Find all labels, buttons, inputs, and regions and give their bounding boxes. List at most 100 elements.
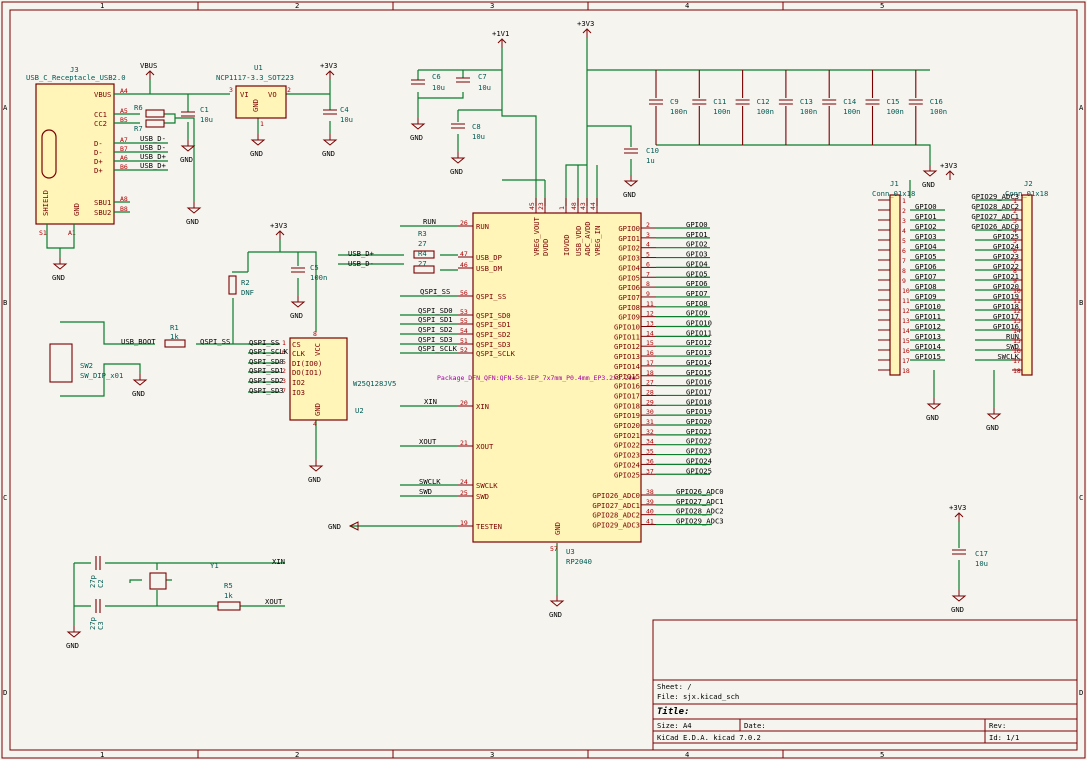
cap-c3 [95, 599, 101, 613]
gnd-label: GND [180, 155, 193, 164]
u1-pin1: 1 [260, 120, 264, 128]
j1-net-label: GPIO3 [915, 232, 937, 241]
u2-net-label: QSPI_SS [249, 338, 279, 347]
power-rail-label: VBUS [140, 61, 157, 70]
u3-top-pin-num: 45 [528, 202, 536, 210]
j3-pin-a1: A1 [68, 229, 76, 237]
c7-ref: C7 [478, 72, 487, 81]
decoupling-cap-ref: C16 [930, 97, 943, 106]
u3-pin-num: 21 [460, 439, 468, 447]
u3-gpio-name: GPIO10 [614, 323, 640, 332]
j3-value: USB_C_Receptacle_USB2.0 [26, 73, 126, 82]
u3-pin-num: 53 [460, 308, 468, 316]
gpio-net-label: GPIO19 [686, 407, 712, 416]
title-block: Sheet: / File: sjx.kicad_sch Title: Size… [652, 619, 1078, 751]
decoupling-cap-value: 100n [800, 107, 817, 116]
u3-pin-name: QSPI_SD1 [476, 320, 511, 329]
resistor-r1 [164, 339, 186, 348]
power-rail-label: +3V3 [270, 221, 287, 230]
gpio-net-label: GPIO23 [686, 447, 712, 456]
r4-val: 27 [418, 259, 427, 268]
adc-net-label: GPIO26_ADC0 [676, 487, 724, 496]
j1-value: Conn_01x18 [872, 189, 915, 198]
j1-pin-num: 14 [902, 327, 910, 335]
u3-gpio-name: GPIO22 [614, 441, 640, 450]
dip-switch-sw2 [49, 343, 73, 383]
sw2-val: SW_DIP_x01 [80, 371, 123, 380]
r1-ref: R1 [170, 323, 179, 332]
u3-gpio-name: GPIO7 [618, 293, 640, 302]
u2-net-label: QSPI_SD3 [249, 386, 284, 395]
u3-gpio-num: 5 [646, 251, 650, 259]
c2-ref: C2 [96, 579, 105, 588]
power-rail-symbol [582, 28, 592, 38]
c1-ref: C1 [200, 105, 209, 114]
tb-title: Title: [657, 706, 690, 717]
u2-vcc: VCC [313, 343, 322, 356]
gnd-symbol [308, 460, 324, 472]
c6-ref: C6 [432, 72, 441, 81]
u3-pin-name: QSPI_SD2 [476, 330, 511, 339]
j2-net-label: GPIO24 [993, 242, 1019, 251]
gnd-label: GND [290, 311, 303, 320]
y1-ref: Y1 [210, 561, 219, 570]
u3-top-pin-name: IOVDD [562, 234, 571, 256]
u3-pin-name: QSPI_SCLK [476, 349, 516, 358]
adc-net-label: GPIO27_ADC1 [676, 497, 724, 506]
header-j2: J2 Conn_01x18 1GPIO29_ADC32GPIO28_ADC23G… [971, 179, 1048, 376]
gpio-net-label: GPIO24 [686, 456, 712, 465]
resistor-r5 [217, 601, 241, 611]
u3-top-pin-name: ADC_AVDD [583, 221, 592, 256]
u3-gpio-name: GPIO1 [618, 234, 640, 243]
gpio-net-label: GPIO20 [686, 417, 712, 426]
cap-c5 [291, 267, 305, 273]
r4-ref: R4 [418, 249, 427, 258]
gnd-label: GND [623, 190, 636, 199]
net-xout-2: XOUT [265, 597, 283, 606]
j1-pin-num: 5 [902, 237, 906, 245]
u3-gpio-name: GPIO15 [614, 372, 640, 381]
u3-gpio-num: 2 [646, 221, 650, 229]
u3-top-pin-name: VREG_VOUT [532, 216, 541, 256]
u3-adc-num: 38 [646, 488, 654, 496]
frame-row-label: A [3, 103, 8, 112]
j1-pin-num: 9 [902, 277, 906, 285]
tb-id: Id: 1/1 [989, 733, 1019, 742]
header-j1: J1 Conn_01x18 12 GPIO03 GPIO14 GPIO25 GPIO36… [872, 179, 945, 376]
j2-net-label: SWD [1006, 342, 1019, 351]
j2-pin-num: 18 [1013, 367, 1021, 375]
net-swd: SWD [419, 487, 432, 496]
gnd-label: GND [986, 423, 999, 432]
gnd-symbol [250, 134, 266, 146]
j2-net-label: GPIO25 [993, 232, 1019, 241]
gnd-label: GND [951, 605, 964, 614]
u3-gpio-num: 31 [646, 418, 654, 426]
j3-shield: SHIELD [41, 190, 50, 216]
u3-gpio-name: GPIO16 [614, 382, 640, 391]
gnd-label: GND [450, 167, 463, 176]
c7-val: 10u [478, 83, 491, 92]
u3-gpio-num: 36 [646, 457, 654, 465]
gnd-symbol [186, 202, 202, 214]
c8-ref: C8 [472, 122, 481, 131]
cap-c1 [181, 111, 195, 117]
net-xin-2: XIN [272, 557, 285, 566]
schematic-sheet: 1122334455 A AB BC CD D Sheet: / File: sjx.k… [1, 1, 1086, 759]
j1-pin-num: 4 [902, 227, 906, 235]
u3-gpio-num: 32 [646, 428, 654, 436]
gnd-label: GND [922, 180, 935, 189]
c5-val: 100n [310, 273, 327, 282]
c4-val: 10u [340, 115, 353, 124]
gpio-net-label: GPIO4 [686, 259, 708, 268]
u2-value: W25Q128JV5 [353, 379, 396, 388]
u1-gnd: GND [251, 99, 260, 112]
power-rail-symbol [325, 70, 335, 80]
j1-pin-num: 15 [902, 337, 910, 345]
gpio-net-label: GPIO5 [686, 269, 708, 278]
u2-gnd: GND [313, 403, 322, 416]
resistor-r2 [228, 275, 237, 295]
frame-row-label: A [1079, 103, 1084, 112]
gpio-net-label: GPIO2 [686, 240, 708, 249]
j2-net-label: GPIO21 [993, 272, 1019, 281]
gnd-symbol [180, 140, 196, 152]
